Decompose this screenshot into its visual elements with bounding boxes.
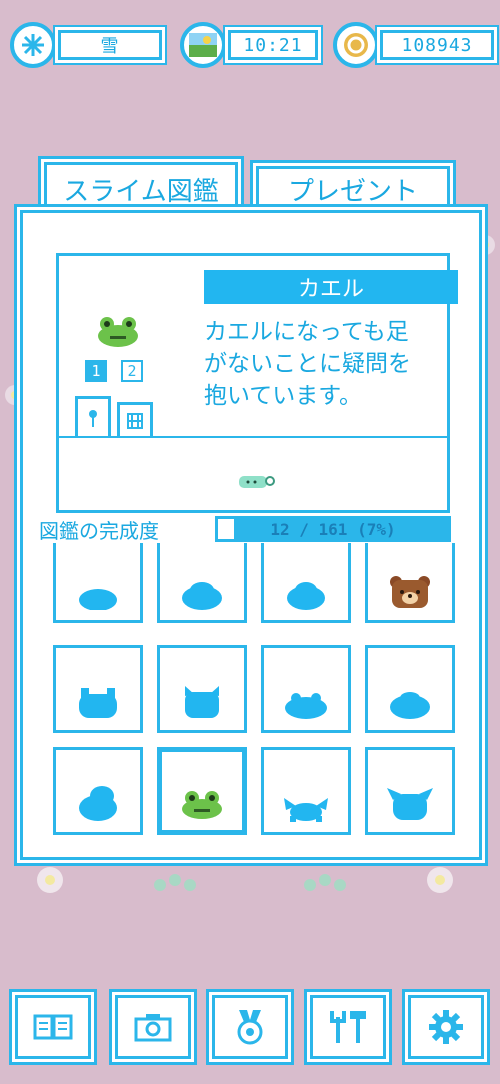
subtab-music[interactable] — [117, 402, 153, 436]
flower-decoration — [37, 867, 63, 893]
flower-decoration — [427, 867, 453, 893]
slime-slot[interactable] — [365, 645, 455, 733]
weather-label: 雪 — [58, 30, 162, 60]
slime-silhouette — [79, 688, 117, 718]
slime-silhouette — [387, 788, 433, 820]
frog-slime-portrait — [98, 317, 138, 347]
slime-slot[interactable] — [261, 645, 351, 733]
medal-button[interactable] — [212, 995, 288, 1059]
subtab-pin[interactable] — [75, 396, 111, 436]
pin-icon — [89, 409, 97, 427]
slime-silhouette — [182, 582, 222, 610]
tab-slime-encyclopedia[interactable]: スライム図鑑 — [44, 162, 238, 214]
slime-name: カエル — [204, 270, 458, 304]
item-display-area — [59, 436, 447, 438]
book-button[interactable] — [15, 995, 91, 1059]
slime-slot[interactable] — [365, 747, 455, 835]
slime-description: カエルになっても足 がないことに疑問を 抱いています。 — [204, 319, 411, 409]
slime-slot-bear[interactable] — [365, 543, 455, 623]
slime-slot-frog-selected[interactable] — [157, 747, 247, 835]
music-icon — [127, 412, 143, 429]
slime-slot[interactable] — [157, 543, 247, 623]
gear-icon — [429, 1010, 463, 1044]
slime-slot[interactable] — [261, 543, 351, 623]
slime-silhouette — [79, 786, 117, 821]
bear-slime-icon — [390, 576, 430, 608]
slime-slot[interactable] — [261, 747, 351, 835]
leaf-decoration — [154, 874, 196, 891]
completion-bar: 12 / 161 (7%) — [215, 516, 451, 542]
slime-detail-card: 1 2 カエル カエルになっても足 がないことに疑問を 抱いています。 — [56, 253, 458, 513]
slime-silhouette — [390, 692, 430, 719]
slime-slot[interactable] — [157, 645, 247, 733]
leaf-decoration — [304, 874, 346, 891]
slime-slot[interactable] — [53, 543, 143, 623]
slime-silhouette — [284, 798, 328, 822]
slime-silhouette — [285, 693, 327, 719]
encyclopedia-panel: 1 2 カエル カエルになっても足 がないことに疑問を 抱いています。 図鑑の完… — [20, 210, 482, 860]
settings-button[interactable] — [408, 995, 484, 1059]
page-2-button[interactable]: 2 — [121, 360, 143, 382]
frog-slime-icon — [182, 791, 222, 819]
slime-silhouette — [287, 582, 325, 610]
tab-present[interactable]: プレゼント — [256, 166, 450, 210]
book-icon — [33, 1014, 73, 1040]
landscape-icon — [180, 22, 226, 68]
slime-slot[interactable] — [53, 645, 143, 733]
page-1-button[interactable]: 1 — [85, 360, 107, 382]
snowflake-icon — [10, 22, 56, 68]
slime-silhouette — [79, 589, 117, 610]
bottle-item-icon — [239, 476, 275, 488]
camera-button[interactable] — [115, 995, 191, 1059]
slime-slot[interactable] — [53, 747, 143, 835]
camera-icon — [134, 1014, 172, 1042]
coin-count: 108943 — [380, 30, 494, 60]
tools-button[interactable] — [310, 995, 386, 1059]
completion-label: 図鑑の完成度 — [39, 519, 159, 543]
time-label: 10:21 — [228, 30, 318, 60]
completion-value: 12 / 161 (7%) — [270, 519, 396, 539]
slime-silhouette — [185, 686, 219, 718]
coin-icon — [333, 22, 379, 68]
tools-icon — [330, 1011, 366, 1043]
medal-icon — [237, 1010, 263, 1045]
